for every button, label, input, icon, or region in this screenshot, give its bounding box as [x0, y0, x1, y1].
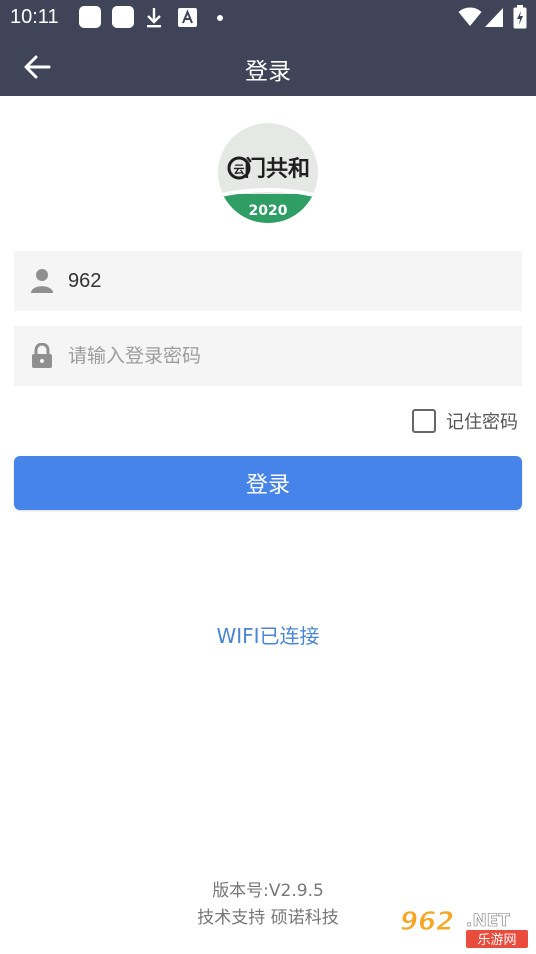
- logo-year: 2020: [249, 203, 288, 219]
- download-icon: [147, 8, 161, 28]
- font-a-icon: [178, 8, 197, 27]
- svg-text:.NET: .NET: [466, 911, 510, 931]
- svg-text:962: 962: [400, 907, 454, 937]
- wifi-icon: [458, 7, 482, 26]
- page-title: 登录: [245, 59, 291, 85]
- username-input[interactable]: [68, 251, 508, 311]
- signal-icon: [485, 8, 503, 27]
- watermark-logo: 962 .NET 乐游网: [400, 907, 528, 948]
- svg-text:乐游网: 乐游网: [477, 933, 516, 948]
- checkbox-icon[interactable]: [412, 409, 436, 433]
- login-button[interactable]: 登录: [14, 456, 522, 510]
- password-field-row: [14, 326, 522, 386]
- logo-text: 门共和: [244, 156, 310, 182]
- wifi-status-link[interactable]: WIFI已连接: [0, 620, 536, 649]
- version-text: 版本号:V2.9.5: [212, 881, 324, 901]
- app-logo: 云 门共和 2020: [218, 123, 318, 223]
- app-square-icon: [79, 6, 101, 28]
- username-field-row: [14, 251, 522, 311]
- app-square-icon: [112, 6, 134, 28]
- status-bar: 10:11: [0, 0, 536, 36]
- status-time: 10:11: [10, 6, 59, 28]
- lock-icon: [32, 343, 52, 368]
- battery-charging-icon: [513, 5, 527, 29]
- user-icon: [31, 269, 53, 293]
- password-input[interactable]: [68, 326, 508, 386]
- dot-icon: [217, 15, 223, 21]
- remember-password-label: 记住密码: [446, 412, 518, 433]
- remember-password-checkbox[interactable]: 记住密码: [412, 407, 518, 435]
- app-bar: 登录: [0, 36, 536, 96]
- svg-text:云: 云: [234, 163, 245, 176]
